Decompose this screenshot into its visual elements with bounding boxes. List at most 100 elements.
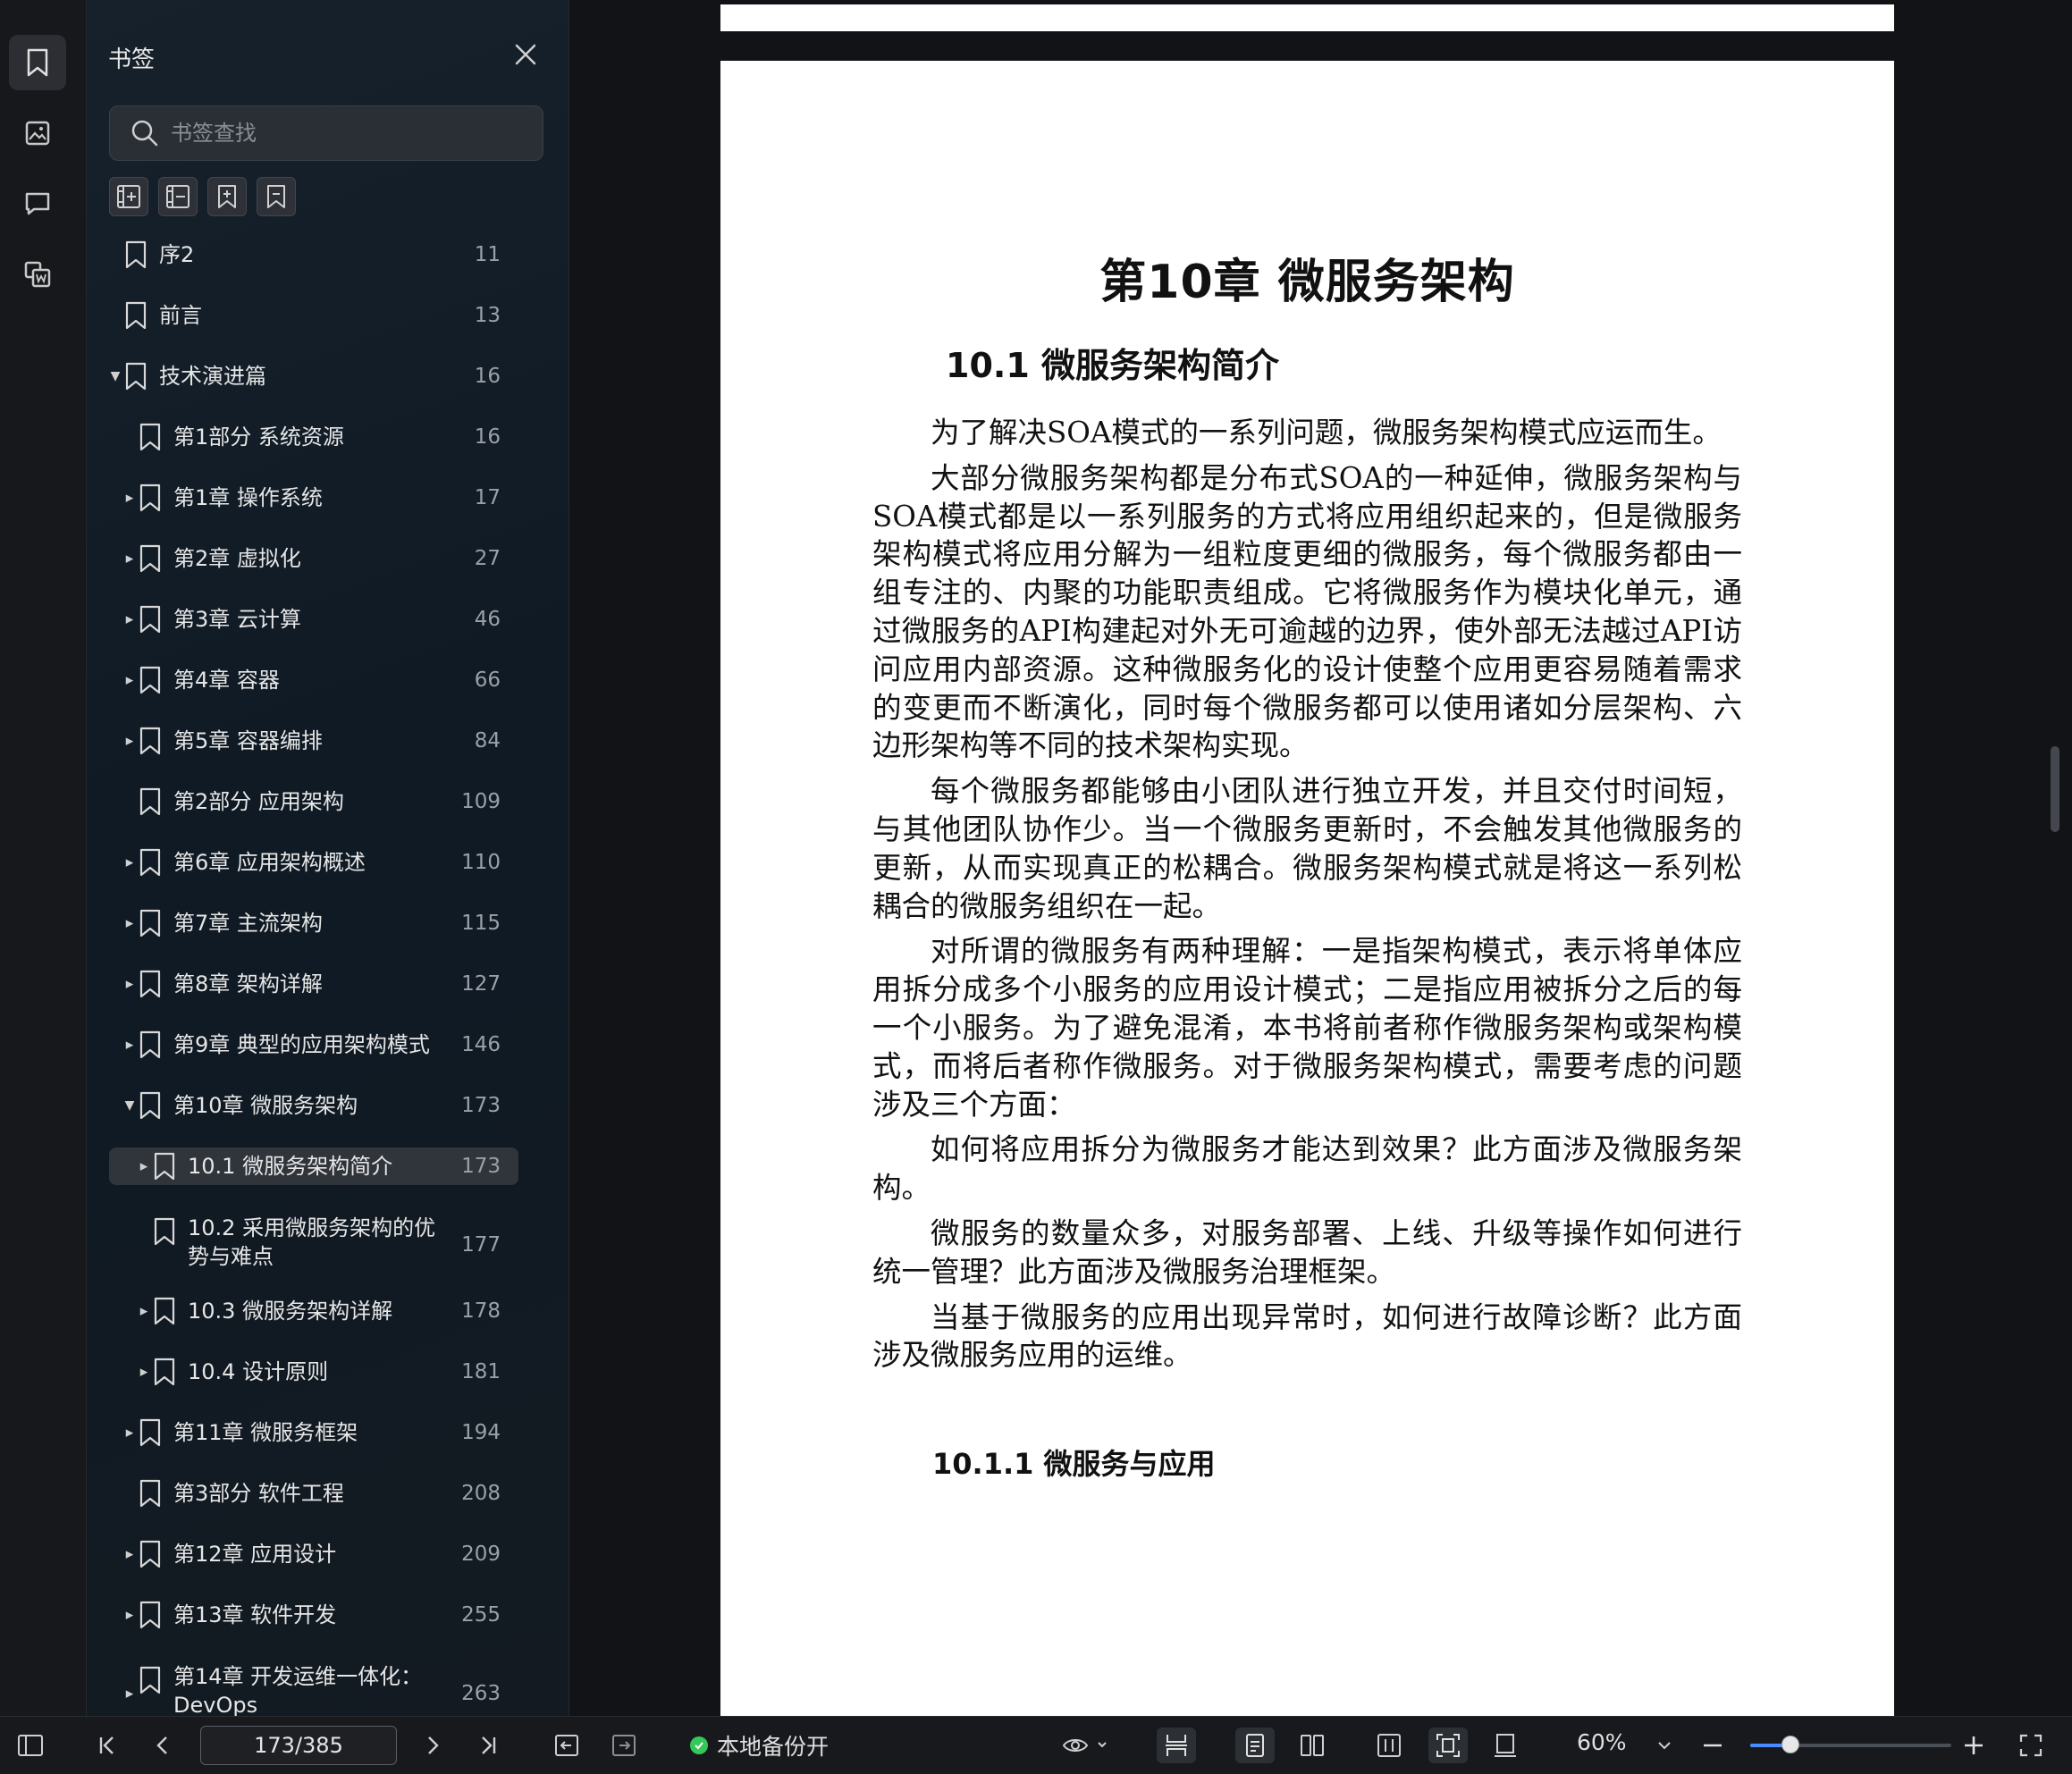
toggle-sidebar-button[interactable] — [13, 1728, 48, 1763]
status-bar: 173/385 本地备份开 60% — [0, 1716, 2072, 1774]
caret-right-icon[interactable]: ▶ — [123, 736, 136, 747]
bookmark-item[interactable]: ▶ 第1章 操作系统 17 — [109, 479, 518, 517]
body-text: 为了解决SOA模式的一系列问题，微服务架构模式应运而生。 大部分微服务架构都是分… — [872, 414, 1742, 1382]
local-backup-status[interactable]: 本地备份开 — [690, 1729, 829, 1761]
bookmark-item[interactable]: ▶ 第6章 应用架构概述 110 — [109, 844, 518, 881]
bookmark-item[interactable]: ▶ 第14章 开发运维一体化：DevOps 263 — [109, 1662, 518, 1716]
bookmark-icon — [139, 1418, 162, 1447]
bookmark-page-number: 178 — [461, 1299, 501, 1323]
forward-icon — [612, 1735, 636, 1756]
close-button[interactable] — [510, 39, 541, 70]
caret-right-icon[interactable]: ▶ — [123, 614, 136, 626]
viewer-scrollbar[interactable] — [2051, 746, 2059, 832]
bookmark-label: 10.3 微服务架构详解 — [188, 1299, 393, 1324]
bookmark-item[interactable]: ▶ 10.1 微服务架构简介 173 — [109, 1148, 518, 1185]
bookmark-item[interactable]: 第1部分 系统资源 16 — [109, 418, 518, 456]
zoom-level[interactable]: 60% — [1577, 1729, 1627, 1755]
bookmark-page-number: 177 — [461, 1233, 501, 1257]
zoom-slider-handle[interactable] — [1781, 1736, 1799, 1753]
rotate-view-button[interactable] — [1487, 1728, 1523, 1763]
previous-page-button[interactable] — [145, 1728, 181, 1763]
bookmark-item[interactable]: ▼ 技术演进篇 16 — [109, 357, 518, 395]
bookmark-label: 10.1 微服务架构简介 — [188, 1154, 393, 1179]
bookmark-item[interactable]: 10.2 采用微服务架构的优势与难点 177 — [109, 1214, 518, 1276]
thumbnail-panel-button[interactable] — [9, 105, 66, 161]
bookmark-icon — [139, 483, 162, 512]
bookmark-item[interactable]: 第3部分 软件工程 208 — [109, 1475, 518, 1512]
fit-page-button[interactable] — [1428, 1728, 1468, 1763]
bookmark-search-box[interactable] — [109, 105, 543, 161]
collapse-all-button[interactable] — [158, 177, 198, 216]
caret-right-icon[interactable]: ▶ — [123, 675, 136, 686]
caret-right-icon[interactable]: ▶ — [123, 918, 136, 929]
bookmark-item[interactable]: ▶ 第2章 虚拟化 27 — [109, 540, 518, 577]
bookmark-item[interactable]: ▶ 第9章 典型的应用架构模式 146 — [109, 1026, 518, 1064]
caret-right-icon[interactable]: ▶ — [123, 979, 136, 990]
search-input[interactable] — [169, 120, 530, 147]
caret-right-icon[interactable]: ▶ — [138, 1306, 150, 1317]
bookmark-page-number: 208 — [461, 1482, 501, 1505]
document-viewer[interactable]: 第10章 微服务架构 10.1 微服务架构简介 为了解决SOA模式的一系列问题，… — [569, 0, 2072, 1716]
bookmark-item[interactable]: 第2部分 应用架构 109 — [109, 783, 518, 820]
paragraph: 为了解决SOA模式的一系列问题，微服务架构模式应运而生。 — [931, 416, 1722, 450]
bookmark-sidebar: 书签 序2 11 前言 13 ▼ 技术演进篇 16 第1部分 系统资源 16 ▶ 第1章 操作系统 1… — [87, 0, 644, 1716]
caret-right-icon[interactable]: ▶ — [123, 1549, 136, 1560]
comment-panel-button[interactable] — [9, 176, 66, 231]
bookmark-item[interactable]: ▶ 10.4 设计原则 181 — [109, 1353, 518, 1391]
bookmark-item[interactable]: ▶ 第11章 微服务框架 194 — [109, 1414, 518, 1451]
first-page-button[interactable] — [89, 1728, 125, 1763]
sidebar-toggle-icon — [18, 1735, 43, 1756]
bookmark-page-number: 181 — [461, 1360, 501, 1383]
bookmark-page-number: 110 — [461, 851, 501, 874]
zoom-slider[interactable] — [1750, 1736, 1951, 1753]
bookmark-item[interactable]: ▶ 10.3 微服务架构详解 178 — [109, 1292, 518, 1330]
caret-right-icon[interactable]: ▶ — [123, 1039, 136, 1051]
caret-down-icon[interactable]: ▼ — [109, 369, 122, 383]
next-page-button[interactable] — [415, 1728, 451, 1763]
bookmark-item[interactable]: ▶ 第13章 软件开发 255 — [109, 1596, 518, 1634]
caret-right-icon[interactable]: ▶ — [123, 1688, 136, 1700]
bookmark-page-number: 263 — [461, 1682, 501, 1705]
single-page-button[interactable] — [1235, 1728, 1275, 1763]
bookmark-item[interactable]: ▶ 第12章 应用设计 209 — [109, 1535, 518, 1573]
continuous-scroll-button[interactable] — [1157, 1728, 1196, 1763]
two-page-button[interactable] — [1294, 1728, 1330, 1763]
paragraph: 当基于微服务的应用出现异常时，如何进行故障诊断？此方面涉及微服务应用的运维。 — [872, 1299, 1742, 1373]
zoom-out-button[interactable] — [1695, 1728, 1731, 1763]
bookmark-item[interactable]: ▶ 第8章 架构详解 127 — [109, 965, 518, 1003]
caret-right-icon[interactable]: ▶ — [123, 492, 136, 504]
bookmark-item[interactable]: ▶ 第7章 主流架构 115 — [109, 904, 518, 942]
bookmark-label: 第3章 云计算 — [173, 607, 301, 632]
caret-right-icon[interactable]: ▶ — [123, 553, 136, 565]
bookmark-panel-button[interactable] — [9, 35, 66, 90]
back-button[interactable] — [549, 1728, 585, 1763]
caret-down-icon[interactable]: ▼ — [123, 1098, 136, 1113]
eye-view-button[interactable] — [1060, 1728, 1114, 1763]
bookmark-item[interactable]: ▼ 第10章 微服务架构 173 — [109, 1087, 518, 1124]
caret-right-icon[interactable]: ▶ — [123, 857, 136, 869]
bookmark-page-number: 209 — [461, 1543, 501, 1566]
bookmark-item[interactable]: 序2 11 — [109, 236, 518, 273]
fit-width-button[interactable] — [1371, 1728, 1407, 1763]
bookmark-item[interactable]: ▶ 第4章 容器 66 — [109, 661, 518, 699]
bookmark-item[interactable]: 前言 13 — [109, 297, 518, 334]
caret-right-icon[interactable]: ▶ — [123, 1610, 136, 1621]
fullscreen-button[interactable] — [2013, 1728, 2049, 1763]
forward-button[interactable] — [606, 1728, 642, 1763]
last-page-button[interactable] — [470, 1728, 506, 1763]
bookmark-item[interactable]: ▶ 第3章 云计算 46 — [109, 601, 518, 638]
attachment-panel-button[interactable] — [9, 247, 66, 302]
bookmark-item[interactable]: ▶ 第5章 容器编排 84 — [109, 722, 518, 760]
zoom-in-button[interactable] — [1956, 1728, 1992, 1763]
remove-bookmark-button[interactable] — [257, 177, 296, 216]
add-bookmark-button[interactable] — [207, 177, 247, 216]
caret-right-icon[interactable]: ▶ — [123, 1427, 136, 1439]
bookmark-page-number: 17 — [474, 486, 501, 509]
caret-right-icon[interactable]: ▶ — [138, 1161, 150, 1173]
zoom-dropdown-button[interactable] — [1648, 1728, 1680, 1763]
bookmark-label: 第9章 典型的应用架构模式 — [173, 1032, 430, 1057]
expand-all-button[interactable] — [109, 177, 148, 216]
caret-right-icon[interactable]: ▶ — [138, 1366, 150, 1378]
attachment-icon — [24, 261, 51, 288]
page-number-input[interactable]: 173/385 — [200, 1726, 397, 1765]
